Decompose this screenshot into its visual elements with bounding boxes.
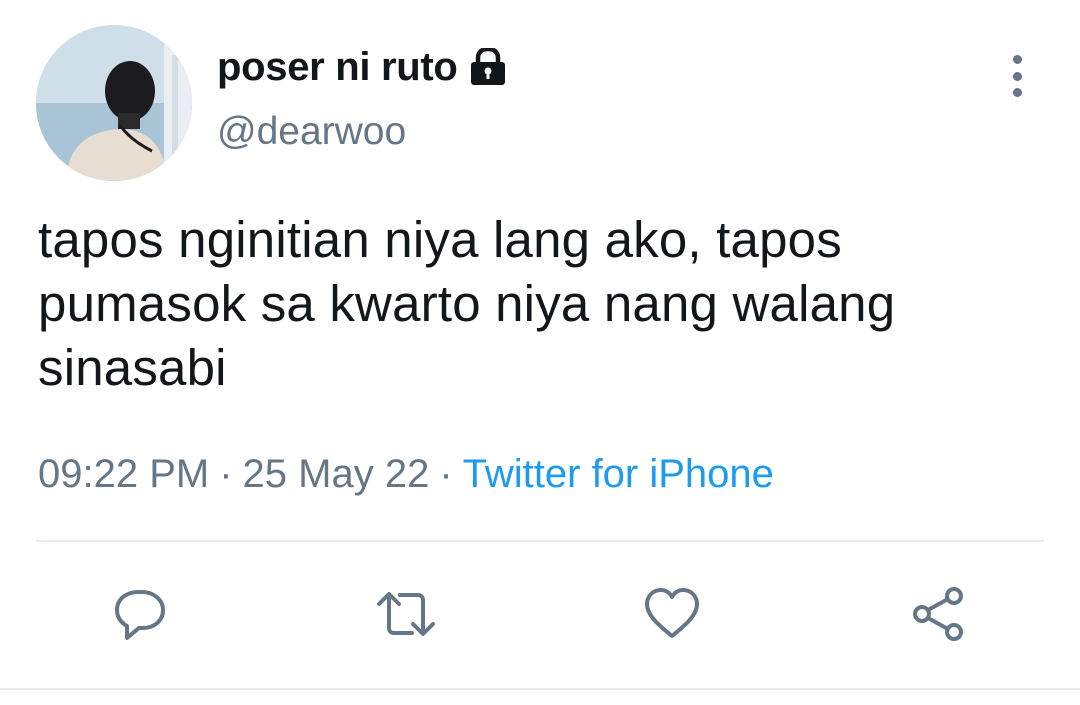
tweet-source-link[interactable]: Twitter for iPhone bbox=[463, 452, 774, 496]
retweet-button[interactable] bbox=[376, 584, 436, 644]
divider bbox=[36, 540, 1044, 542]
share-button[interactable] bbox=[908, 584, 968, 644]
meta-separator: · bbox=[219, 452, 233, 496]
avatar-image bbox=[36, 25, 192, 181]
meta-separator: · bbox=[439, 452, 453, 496]
tweet-date[interactable]: 25 May 22 bbox=[243, 452, 430, 496]
like-button[interactable] bbox=[642, 584, 702, 644]
heart-icon bbox=[645, 588, 699, 638]
tweet-time[interactable]: 09:22 PM bbox=[38, 452, 209, 496]
tweet-meta: 09:22 PM · 25 May 22 · Twitter for iPhone bbox=[38, 452, 774, 497]
share-icon bbox=[913, 587, 963, 641]
author-handle[interactable]: @dearwoo bbox=[217, 110, 406, 154]
reply-icon bbox=[115, 590, 165, 640]
more-options-icon[interactable] bbox=[1004, 55, 1030, 97]
retweet-icon bbox=[377, 592, 435, 636]
display-name[interactable]: poser ni ruto bbox=[217, 45, 458, 90]
reply-button[interactable] bbox=[110, 584, 170, 644]
tweet-text: tapos nginitian niya lang ako, tapos pum… bbox=[38, 211, 896, 396]
author-row: poser ni ruto bbox=[217, 42, 508, 92]
lock-icon bbox=[468, 48, 508, 86]
bottom-divider bbox=[0, 688, 1080, 690]
avatar[interactable] bbox=[36, 25, 192, 181]
